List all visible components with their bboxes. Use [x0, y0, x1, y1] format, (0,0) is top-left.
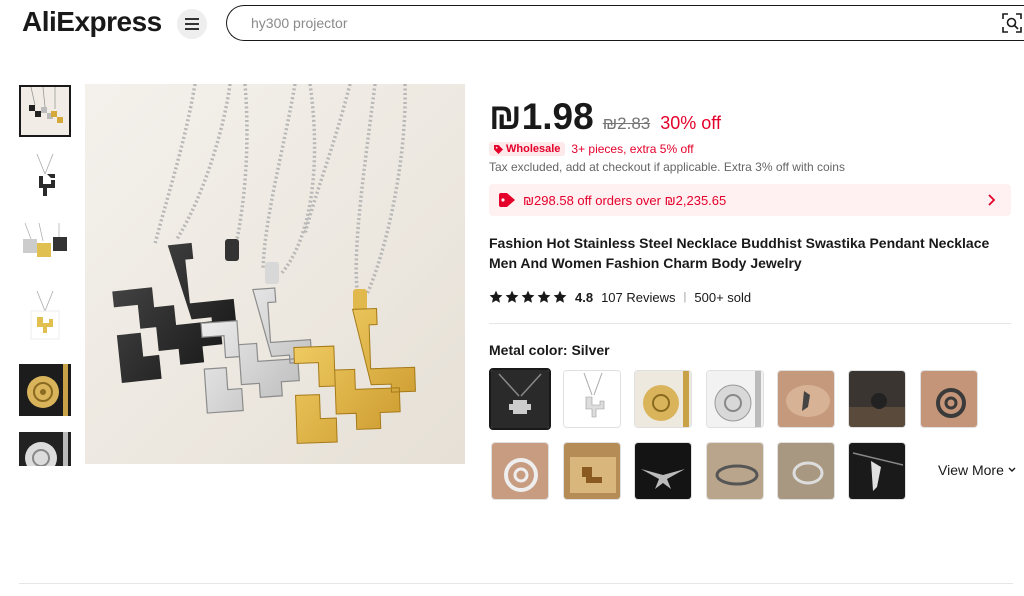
- rating-row: 4.8 107 Reviews | 500+ sold: [489, 288, 751, 306]
- divider: [489, 323, 1011, 324]
- coupon-text: ₪298.58 off orders over ₪2,235.65: [523, 192, 727, 208]
- rating-score: 4.8: [575, 289, 594, 305]
- divider-bottom: [19, 583, 1013, 584]
- chevron-right-icon: [988, 194, 996, 206]
- color-swatch-4[interactable]: [706, 370, 764, 428]
- thumbnail-5[interactable]: [19, 364, 71, 416]
- original-price: ₪2.83: [602, 114, 651, 133]
- wholesale-text: 3+ pieces, extra 5% off: [571, 142, 694, 156]
- search-bar: [226, 5, 1024, 41]
- thumbnail-1[interactable]: [19, 85, 71, 137]
- color-swatch-7[interactable]: [920, 370, 978, 428]
- search-input[interactable]: [251, 13, 951, 33]
- thumbnail-6[interactable]: [19, 432, 71, 466]
- color-swatch-1[interactable]: [489, 368, 551, 430]
- wholesale-row: Wholesale 3+ pieces, extra 5% off: [489, 141, 694, 157]
- discount-percent: 30% off: [660, 113, 721, 133]
- star-icon: [489, 290, 503, 303]
- current-price: ₪1.98: [489, 96, 594, 137]
- thumbnail-2[interactable]: [19, 152, 71, 204]
- wholesale-badge-label: Wholesale: [506, 143, 561, 155]
- color-swatch-11[interactable]: [706, 442, 764, 500]
- reviews-link[interactable]: 107 Reviews: [601, 290, 675, 305]
- view-more-button[interactable]: View More: [938, 462, 1017, 478]
- main-product-image[interactable]: [85, 84, 465, 464]
- star-rating: [489, 290, 567, 304]
- thumbnail-3[interactable]: [19, 219, 71, 271]
- color-swatch-8[interactable]: [491, 442, 549, 500]
- image-search-icon[interactable]: [1002, 13, 1022, 38]
- color-swatch-6[interactable]: [848, 370, 906, 428]
- thumbnail-4[interactable]: [19, 289, 71, 341]
- sold-count: 500+ sold: [694, 289, 752, 305]
- hamburger-menu-icon[interactable]: [177, 9, 207, 39]
- price-block: ₪1.98 ₪2.83 30% off: [489, 96, 721, 140]
- aliexpress-logo[interactable]: AliExpress: [22, 6, 162, 38]
- view-more-label: View More: [938, 462, 1004, 478]
- tag-icon: [494, 144, 503, 154]
- color-label: Metal color: Silver: [489, 342, 610, 358]
- star-icon: [505, 290, 519, 303]
- star-icon: [553, 290, 567, 303]
- color-swatch-10[interactable]: [634, 442, 692, 500]
- color-swatch-2[interactable]: [563, 370, 621, 428]
- star-icon: [521, 290, 535, 303]
- wholesale-badge: Wholesale: [489, 142, 566, 156]
- star-icon: [537, 290, 551, 303]
- color-swatch-12[interactable]: [777, 442, 835, 500]
- color-swatch-5[interactable]: [777, 370, 835, 428]
- rating-separator: |: [683, 291, 687, 303]
- tax-note: Tax excluded, add at checkout if applica…: [489, 160, 845, 174]
- header: AliExpress: [0, 0, 1024, 48]
- coupon-banner[interactable]: ₪298.58 off orders over ₪2,235.65: [489, 184, 1011, 216]
- color-swatch-13[interactable]: [848, 442, 906, 500]
- coupon-tag-icon: [499, 193, 515, 207]
- chevron-down-icon: [1008, 467, 1016, 472]
- color-swatch-3[interactable]: [634, 370, 692, 428]
- product-title: Fashion Hot Stainless Steel Necklace Bud…: [489, 235, 990, 271]
- color-swatch-9[interactable]: [563, 442, 621, 500]
